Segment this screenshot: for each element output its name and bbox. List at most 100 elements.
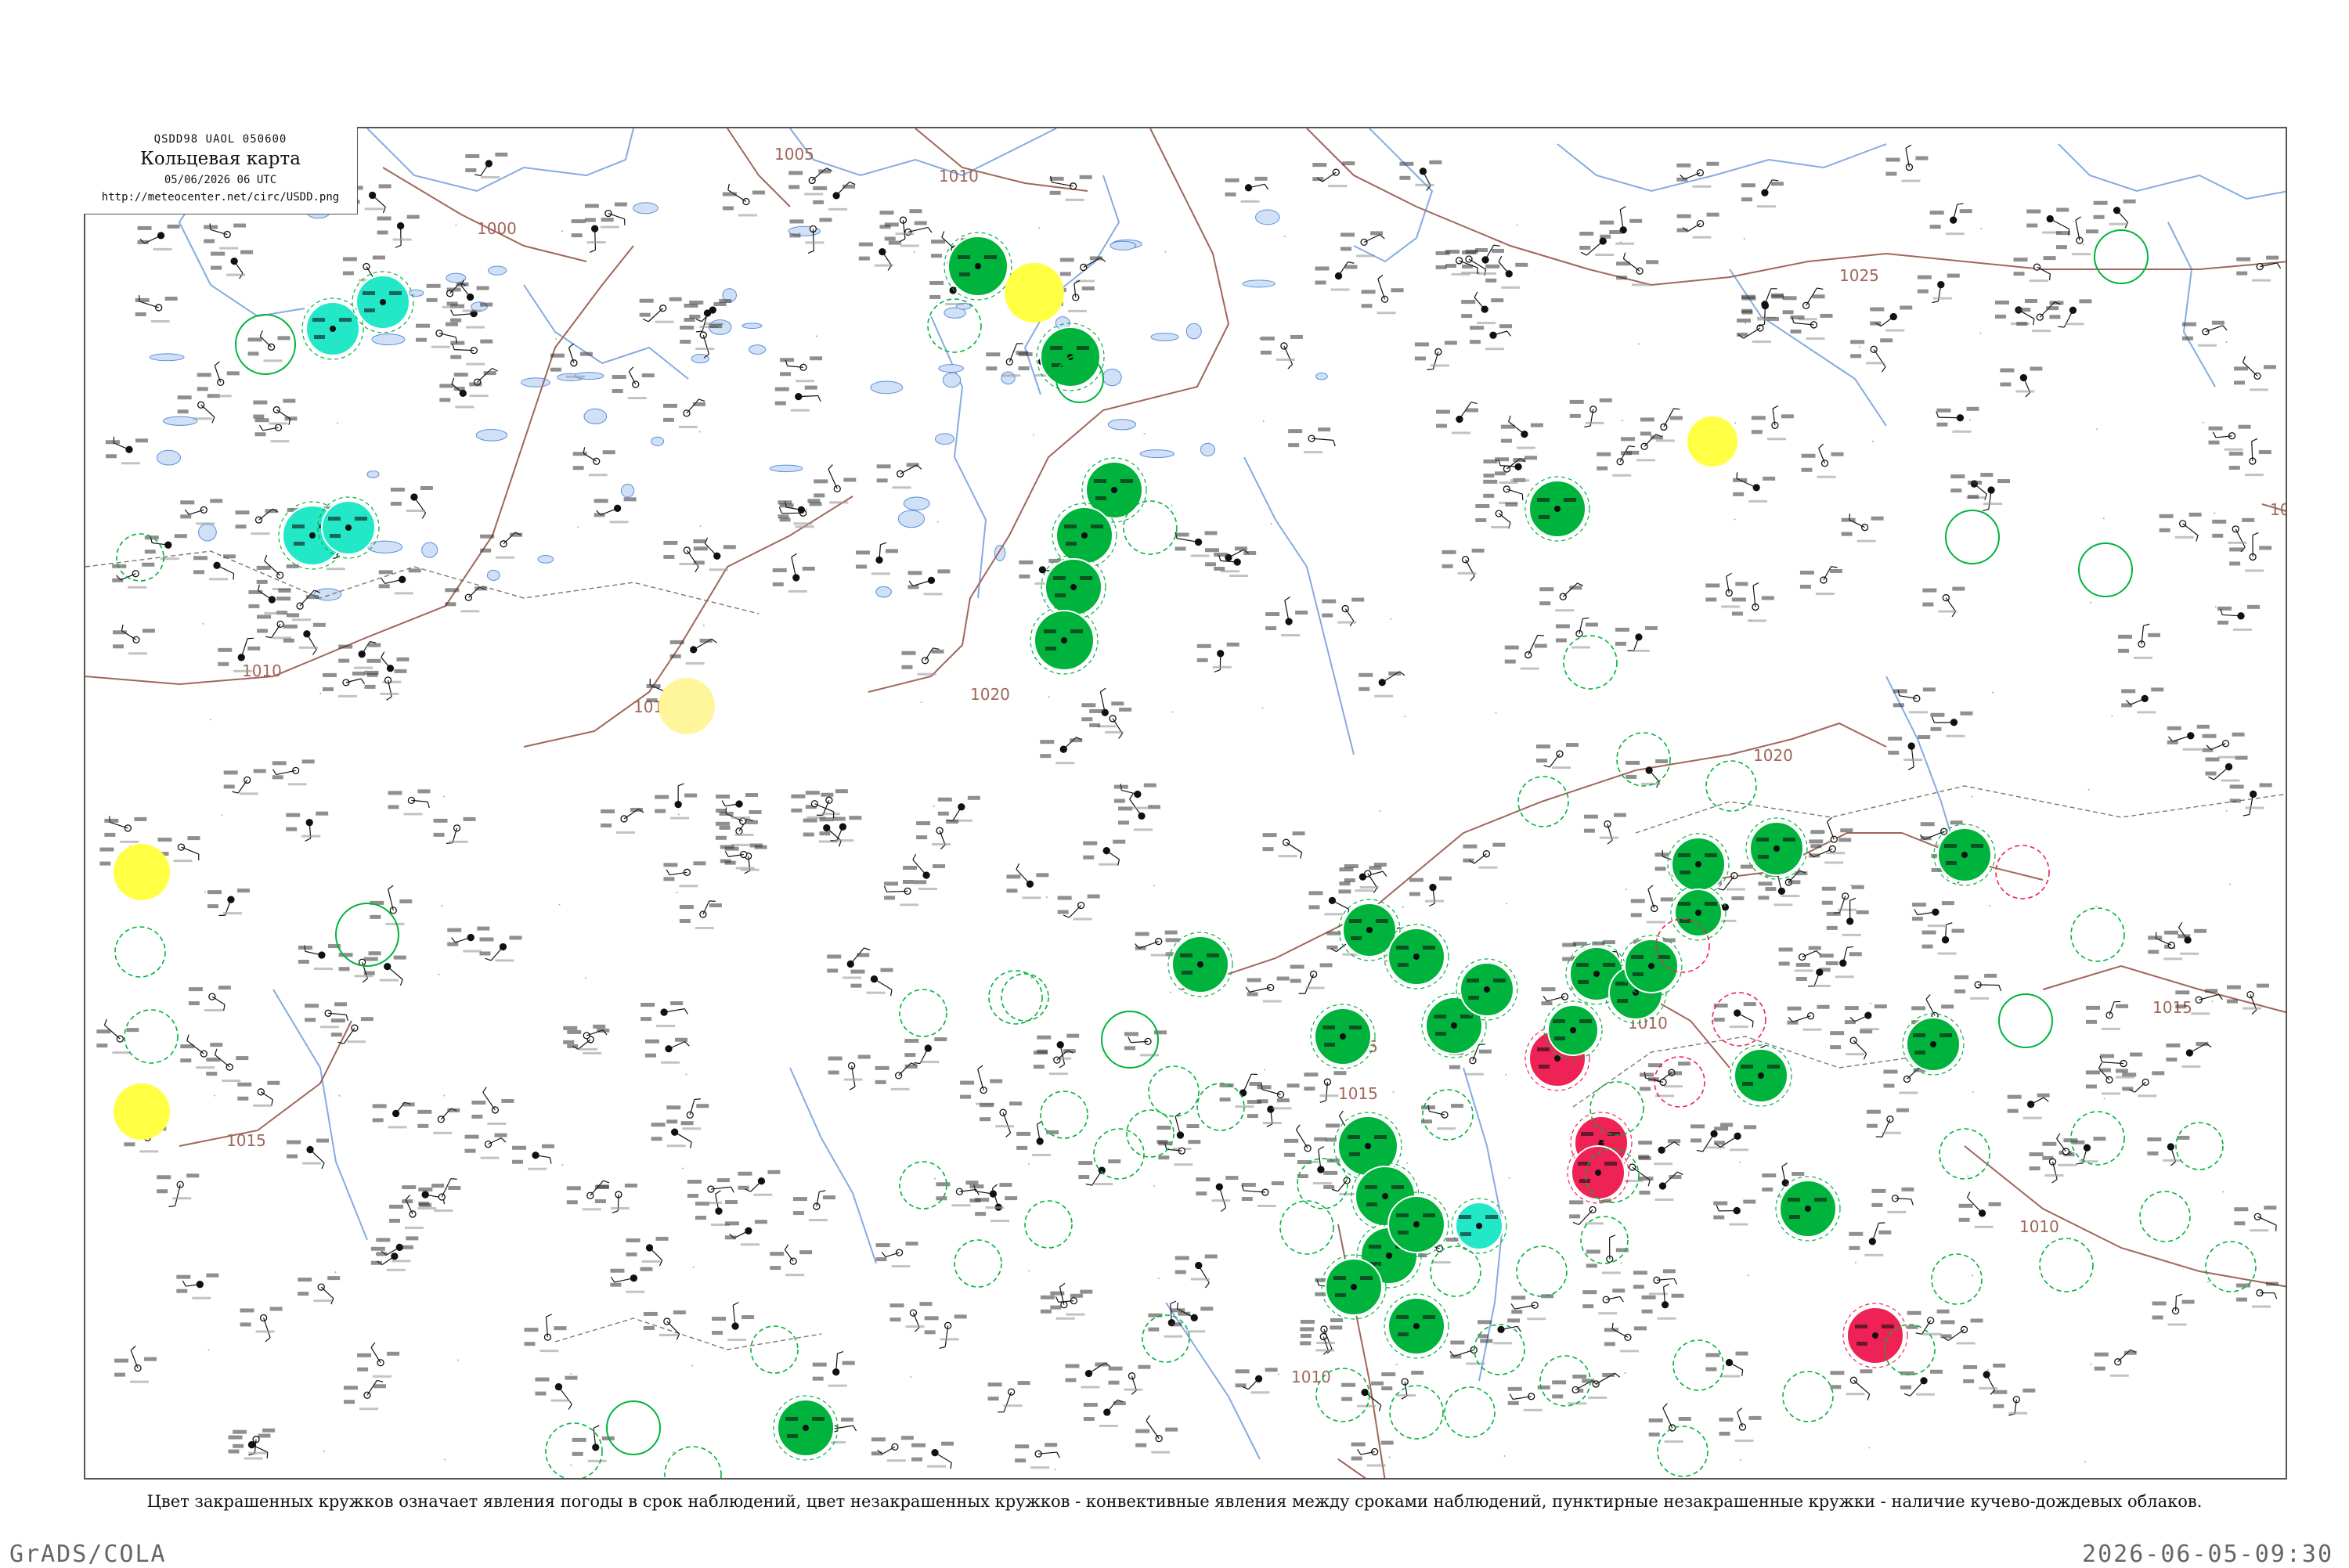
value-mark [1451, 1104, 1463, 1108]
station-plot [2229, 533, 2271, 572]
lake [1200, 443, 1214, 456]
value-mark [389, 1219, 400, 1223]
wind-shaft [461, 285, 471, 297]
station-plot [1842, 514, 1884, 542]
wind-shaft [139, 301, 159, 308]
value-mark [327, 1276, 340, 1280]
value-mark [1330, 1325, 1342, 1329]
value-mark [1468, 996, 1479, 1000]
station-plot [2122, 1071, 2164, 1097]
value-mark [1640, 1072, 1654, 1076]
value-mark [960, 1081, 974, 1085]
value-mark [2206, 772, 2217, 776]
value-mark [512, 1160, 523, 1164]
grid-dot [934, 1178, 936, 1180]
value-mark [1849, 1246, 1860, 1250]
wind-shaft [234, 261, 243, 274]
value-mark [1993, 1390, 2007, 1394]
value-mark [1301, 1334, 1312, 1338]
grid-dot [1396, 1364, 1398, 1365]
cb-cloud-ring [1783, 1372, 1833, 1422]
lake [487, 570, 500, 580]
value-mark [2118, 635, 2132, 639]
name-mark [1073, 918, 1092, 921]
value-mark [1344, 864, 1359, 868]
name-mark [288, 783, 307, 785]
name-mark [1846, 1053, 1864, 1055]
name-mark [738, 214, 757, 216]
station-plot [2056, 217, 2098, 255]
name-mark [828, 1385, 847, 1387]
value-mark [450, 341, 464, 345]
name-mark [248, 1452, 267, 1454]
value-mark [954, 1314, 967, 1318]
wind-shaft [1009, 344, 1016, 362]
value-mark [2212, 534, 2223, 538]
value-mark [1614, 813, 1626, 817]
value-mark [725, 1200, 738, 1204]
name-mark [588, 1460, 607, 1462]
wind-barb [568, 344, 573, 348]
value-mark [2042, 1156, 2053, 1160]
value-mark [2086, 1070, 2100, 1074]
name-mark [466, 363, 485, 366]
station-plot [1584, 813, 1626, 845]
value-mark [1762, 1173, 1776, 1177]
value-mark [803, 833, 814, 837]
name-mark [866, 992, 885, 994]
value-mark [2189, 513, 2202, 517]
value-mark [1584, 815, 1598, 819]
station-symbol [839, 824, 846, 830]
name-mark [589, 474, 608, 476]
value-mark [1788, 1198, 1800, 1202]
value-mark [1535, 644, 1547, 648]
name-mark [431, 346, 450, 348]
value-mark [474, 586, 487, 590]
station-plot [298, 944, 341, 970]
name-mark [1729, 1224, 1748, 1226]
name-mark [2079, 1160, 2098, 1162]
value-mark [365, 685, 376, 689]
value-mark [1374, 863, 1387, 867]
grid-dot [1278, 1373, 1279, 1375]
name-mark [893, 486, 911, 488]
value-mark [1875, 1004, 1887, 1008]
value-mark [1856, 910, 1869, 914]
name-mark [264, 359, 283, 362]
name-mark [2252, 1306, 2271, 1308]
value-mark [1579, 232, 1593, 236]
value-mark [1196, 1177, 1210, 1181]
value-mark [2008, 1109, 2019, 1113]
value-mark [1779, 947, 1793, 951]
wind-shaft [388, 889, 394, 910]
value-mark [248, 351, 259, 355]
name-mark [796, 380, 814, 382]
value-mark [1822, 901, 1833, 905]
value-mark [1505, 646, 1519, 650]
value-mark [1912, 903, 1926, 907]
value-mark [712, 1317, 726, 1321]
value-mark [1918, 276, 1932, 279]
name-mark [583, 1052, 601, 1054]
value-mark [828, 1071, 839, 1075]
station-symbol [467, 935, 474, 941]
footer-software: GrADS/COLA [9, 1541, 167, 1568]
value-mark [1758, 896, 1769, 899]
wind-barb [1522, 494, 1523, 500]
name-mark [661, 1062, 680, 1064]
value-mark [1338, 889, 1351, 893]
wind-shaft [1175, 1116, 1180, 1135]
value-mark [1415, 342, 1429, 346]
name-mark [299, 647, 318, 649]
name-mark [1458, 572, 1477, 575]
value-mark [302, 759, 315, 763]
value-mark [1436, 251, 1450, 255]
value-mark [99, 848, 114, 852]
value-mark [142, 563, 154, 567]
value-mark [477, 927, 489, 931]
value-mark [1070, 629, 1083, 633]
value-mark [876, 1243, 890, 1247]
convective-rain-ring [1999, 994, 2052, 1047]
name-mark [917, 673, 936, 676]
name-mark [204, 1009, 223, 1011]
